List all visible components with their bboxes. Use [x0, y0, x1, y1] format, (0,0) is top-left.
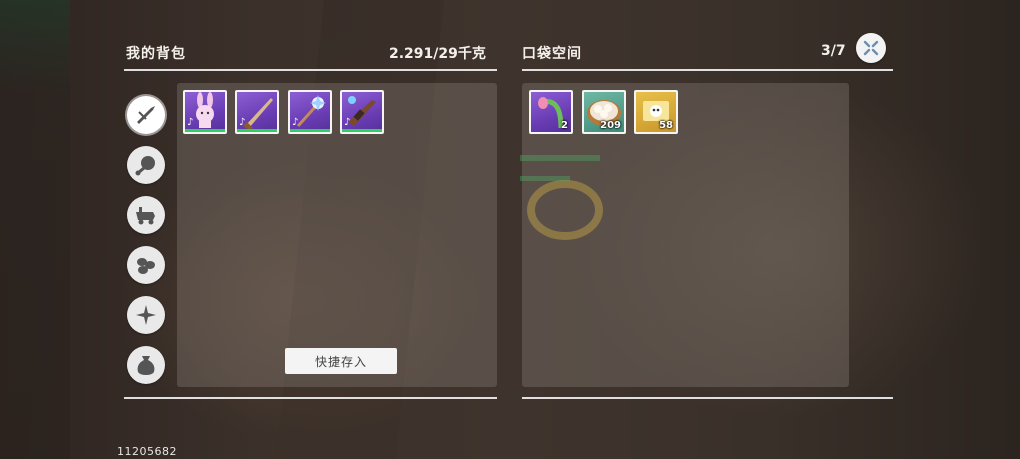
backpack-top-divider	[124, 69, 497, 71]
backpack-bottom-divider	[124, 397, 497, 399]
lock-icon: ♪	[187, 117, 194, 128]
pocket-item-ticket[interactable]: 58	[634, 90, 678, 134]
category-bag-button[interactable]	[127, 346, 165, 384]
category-food-button[interactable]	[127, 146, 165, 184]
category-special-button[interactable]	[127, 296, 165, 334]
lock-icon: ♪	[239, 117, 246, 128]
item-count: 209	[600, 120, 621, 131]
backpack-item-magic-wand[interactable]: ♪	[288, 90, 332, 134]
pocket-bottom-divider	[522, 397, 893, 399]
category-materials-button[interactable]	[127, 246, 165, 284]
player-uid: 11205682	[117, 445, 177, 458]
materials-icon	[137, 258, 155, 274]
category-vehicle-button[interactable]	[127, 196, 165, 234]
backpack-weight: 2.291/29千克	[389, 46, 486, 62]
backpack-item-rifle[interactable]: ♪	[235, 90, 279, 134]
pocket-top-divider	[522, 69, 893, 71]
backpack-title: 我的背包	[126, 46, 186, 62]
sparkle-icon	[136, 305, 156, 325]
item-count-bar	[342, 129, 382, 132]
close-button[interactable]	[856, 33, 886, 63]
food-icon	[135, 156, 155, 176]
item-count-bar	[185, 129, 225, 132]
background-left-strip	[0, 0, 70, 459]
weapon-icon	[137, 106, 155, 124]
pocket-capacity: 3/7	[821, 43, 846, 59]
pocket-title: 口袋空间	[522, 46, 582, 62]
close-icon	[863, 40, 879, 56]
pocket-item-flower-bud[interactable]: 2	[529, 90, 573, 134]
item-count: 2	[561, 120, 568, 131]
item-count-bar	[237, 129, 277, 132]
backpack-item-bunny-plush[interactable]: ♪	[183, 90, 227, 134]
backpack-item-assault-rifle[interactable]: ♪	[340, 90, 384, 134]
lock-icon: ♪	[344, 117, 351, 128]
bag-icon	[137, 356, 155, 375]
vehicle-icon	[136, 207, 155, 225]
item-count: 58	[659, 120, 673, 131]
lock-icon: ♪	[292, 117, 299, 128]
quick-store-button[interactable]: 快捷存入	[285, 348, 397, 374]
category-weapons-button[interactable]	[127, 96, 165, 134]
item-count-bar	[290, 129, 330, 132]
pocket-item-dumplings[interactable]: 209	[582, 90, 626, 134]
